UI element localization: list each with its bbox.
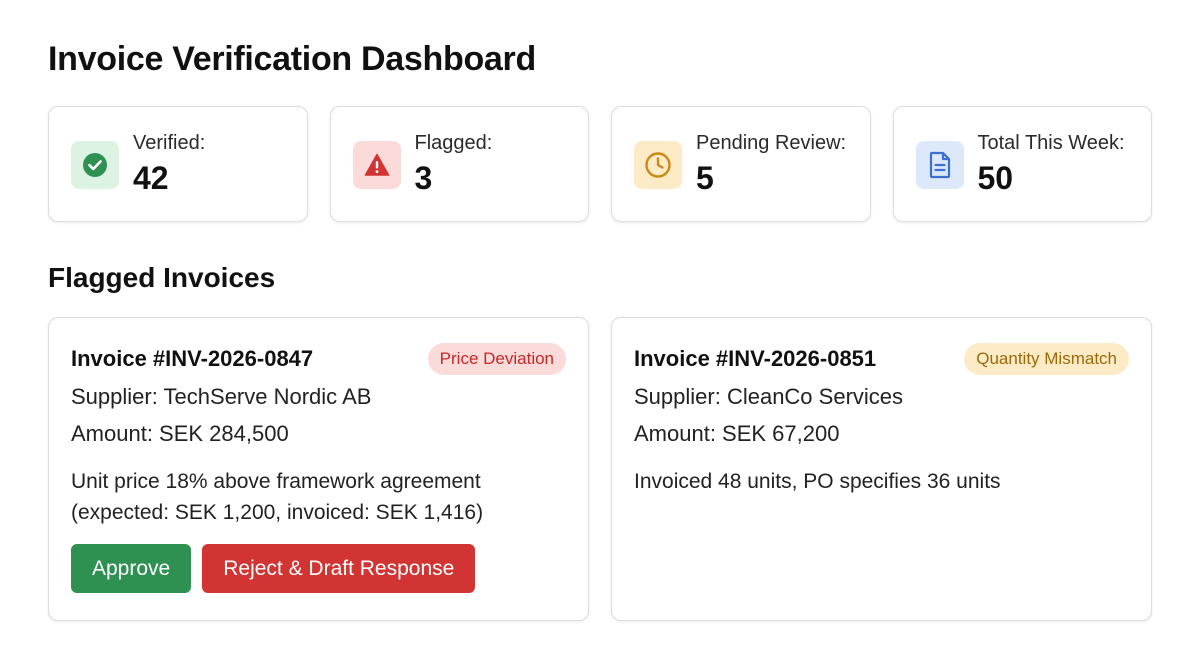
warning-triangle-icon [352, 141, 401, 189]
stat-label: Total This Week: [977, 132, 1125, 154]
stat-value: 42 [133, 160, 169, 196]
issue-line: (expected: SEK 1,200, invoiced: SEK 1,41… [71, 501, 484, 524]
stat-card-pending: Pending Review: 5 [611, 106, 871, 222]
invoice-number: Invoice #INV-2026-0847 [71, 346, 314, 371]
check-circle-icon [71, 141, 119, 189]
invoice-issue-description: Unit price 18% above framework agreement… [71, 466, 566, 528]
invoice-card: Invoice #INV-2026-0847 Price Deviation S… [48, 317, 589, 621]
approve-button[interactable]: Approve [71, 544, 192, 593]
stat-card-flagged: Flagged: 3 [329, 106, 589, 222]
stats-row: Verified: 42 Flagged: 3 Pending Review: … [48, 106, 1152, 222]
invoice-supplier: Supplier: CleanCo Services [634, 384, 904, 409]
status-badge: Price Deviation [427, 343, 566, 375]
clock-icon [634, 141, 682, 189]
invoice-issue-description: Invoiced 48 units, PO specifies 36 units [634, 466, 1129, 497]
stat-label: Flagged: [414, 132, 493, 154]
stat-card-verified: Verified: 42 [48, 106, 308, 222]
invoice-actions: Approve Reject & Draft Response [71, 544, 566, 593]
stat-label: Verified: [133, 132, 206, 154]
document-icon [915, 141, 964, 189]
invoice-card: Invoice #INV-2026-0851 Quantity Mismatch… [611, 317, 1152, 621]
stat-label: Pending Review: [696, 132, 847, 154]
stat-value: 50 [977, 160, 1014, 196]
section-title-flagged: Flagged Invoices [48, 262, 276, 293]
stat-card-total: Total This Week: 50 [892, 106, 1152, 222]
dashboard-page: Invoice Verification Dashboard Verified:… [0, 0, 1200, 670]
flagged-invoices-list: Invoice #INV-2026-0847 Price Deviation S… [48, 317, 1152, 621]
status-badge: Quantity Mismatch [964, 343, 1129, 375]
issue-line: Invoiced 48 units, PO specifies 36 units [634, 470, 1001, 493]
reject-draft-response-button[interactable]: Reject & Draft Response [202, 544, 476, 593]
invoice-amount: Amount: SEK 284,500 [71, 421, 289, 446]
page-title: Invoice Verification Dashboard [48, 40, 536, 78]
issue-line: Unit price 18% above framework agreement [71, 470, 481, 493]
stat-value: 3 [414, 160, 433, 196]
invoice-supplier: Supplier: TechServe Nordic AB [71, 384, 372, 409]
invoice-number: Invoice #INV-2026-0851 [634, 346, 877, 371]
stat-value: 5 [696, 160, 714, 196]
invoice-amount: Amount: SEK 67,200 [634, 421, 840, 446]
